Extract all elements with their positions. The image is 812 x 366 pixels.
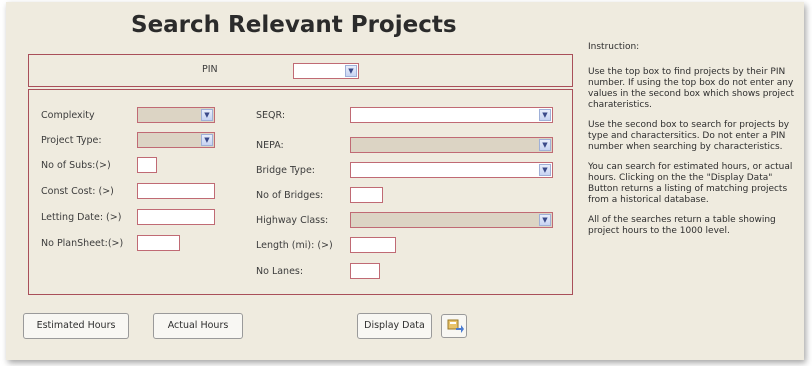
chevron-down-icon[interactable]: ▼ bbox=[201, 134, 213, 146]
length-input[interactable] bbox=[350, 237, 396, 253]
chevron-down-icon[interactable]: ▼ bbox=[539, 109, 551, 121]
pin-select[interactable]: ▼ bbox=[293, 63, 359, 79]
chevron-down-icon[interactable]: ▼ bbox=[201, 109, 213, 121]
project-type-label: Project Type: bbox=[41, 135, 102, 146]
highway-class-label: Highway Class: bbox=[256, 215, 329, 226]
chevron-down-icon[interactable]: ▼ bbox=[345, 65, 357, 77]
no-lanes-label: No Lanes: bbox=[256, 266, 304, 277]
no-of-bridges-label: No of Bridges: bbox=[256, 190, 324, 201]
length-label: Length (mi): (>) bbox=[256, 240, 333, 251]
letting-date-label: Letting Date: (>) bbox=[41, 212, 122, 223]
display-data-button[interactable]: Display Data bbox=[357, 313, 432, 339]
instructions-panel: Instruction: Use the top box to find pro… bbox=[588, 42, 803, 246]
no-plansheet-label: No PlanSheet:(>) bbox=[41, 238, 124, 249]
chevron-down-icon[interactable]: ▼ bbox=[539, 164, 551, 176]
instructions-paragraph-2: Use the second box to search for project… bbox=[588, 120, 790, 152]
instructions-paragraph-1: Use the top box to find projects by thei… bbox=[588, 67, 795, 110]
no-plansheet-input[interactable] bbox=[137, 235, 180, 251]
nepa-select[interactable]: ▼ bbox=[350, 137, 553, 153]
pin-label: PIN bbox=[202, 64, 218, 75]
form-panel: Search Relevant Projects PIN ▼ Complexit… bbox=[6, 2, 804, 360]
actual-hours-button[interactable]: Actual Hours bbox=[153, 313, 243, 339]
const-cost-input[interactable] bbox=[137, 183, 215, 199]
pin-box: PIN ▼ bbox=[28, 54, 573, 87]
instructions-paragraph-4: All of the searches return a table showi… bbox=[588, 215, 776, 236]
no-of-subs-label: No of Subs:(>) bbox=[41, 160, 111, 171]
const-cost-label: Const Cost: (>) bbox=[41, 186, 114, 197]
complexity-select[interactable]: ▼ bbox=[137, 107, 215, 123]
no-lanes-input[interactable] bbox=[350, 263, 380, 279]
complexity-label: Complexity bbox=[41, 110, 95, 121]
letting-date-input[interactable] bbox=[137, 209, 215, 225]
no-of-bridges-input[interactable] bbox=[350, 187, 383, 203]
bridge-type-label: Bridge Type: bbox=[256, 165, 316, 176]
estimated-hours-button[interactable]: Estimated Hours bbox=[23, 313, 129, 339]
page-title: Search Relevant Projects bbox=[131, 12, 457, 38]
seqr-label: SEQR: bbox=[256, 110, 286, 121]
seqr-select[interactable]: ▼ bbox=[350, 107, 553, 123]
export-button[interactable] bbox=[441, 314, 467, 338]
characteristics-box: Complexity ▼ Project Type: ▼ No of Subs:… bbox=[28, 89, 573, 295]
instructions-heading: Instruction: bbox=[588, 42, 640, 52]
bridge-type-select[interactable]: ▼ bbox=[350, 162, 553, 178]
instructions-paragraph-3: You can search for estimated hours, or a… bbox=[588, 162, 793, 205]
highway-class-select[interactable]: ▼ bbox=[350, 212, 553, 228]
chevron-down-icon[interactable]: ▼ bbox=[539, 214, 551, 226]
nepa-label: NEPA: bbox=[256, 140, 284, 151]
project-type-select[interactable]: ▼ bbox=[137, 132, 215, 148]
export-icon bbox=[447, 319, 464, 333]
chevron-down-icon[interactable]: ▼ bbox=[539, 139, 551, 151]
no-of-subs-input[interactable] bbox=[137, 157, 157, 173]
